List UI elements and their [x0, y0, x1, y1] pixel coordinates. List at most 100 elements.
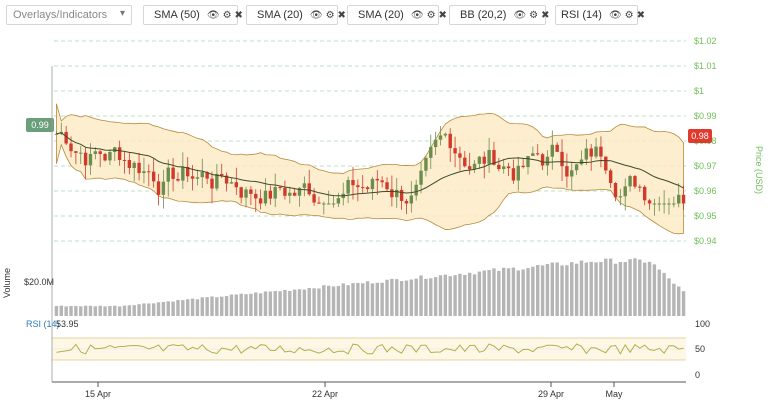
candle-body: [613, 183, 618, 198]
candle-body: [331, 203, 336, 205]
candle-body: [326, 203, 331, 205]
rsi-tick-0: 0: [695, 370, 700, 380]
candle-body: [254, 193, 258, 199]
volume-bar: [424, 278, 428, 316]
candle-body: [424, 157, 428, 171]
current-price-left-label: 0.99: [31, 120, 49, 130]
candle-body: [346, 180, 350, 194]
candle-body: [570, 170, 574, 177]
price-tick: $0.99: [694, 111, 717, 121]
candle-body: [127, 160, 132, 168]
volume-bar: [171, 301, 175, 316]
volume-bar: [419, 275, 423, 316]
candle-body: [322, 203, 326, 205]
volume-bar: [526, 268, 530, 316]
candle-body: [501, 166, 506, 170]
volume-bar: [151, 303, 156, 316]
volume-bar: [249, 293, 253, 316]
volume-bar: [132, 305, 136, 316]
candle-body: [667, 203, 671, 205]
candle-body: [385, 182, 389, 190]
current-price-right-label: 0.98: [691, 131, 709, 141]
candle-body: [307, 183, 311, 195]
volume-bar: [652, 264, 657, 316]
candle-body: [497, 164, 501, 170]
volume-bar: [623, 262, 627, 316]
volume-bar: [326, 285, 331, 316]
volume-bar: [229, 294, 234, 316]
volume-bar: [380, 282, 384, 316]
candle-body: [83, 152, 88, 166]
x-tick-label: May: [605, 389, 623, 399]
volume-bar: [283, 289, 287, 316]
volume-bar: [64, 306, 68, 316]
volume-bar: [147, 303, 151, 316]
volume-bar: [618, 262, 623, 316]
volume-bar: [200, 297, 204, 316]
candle-body: [171, 167, 175, 179]
volume-bar: [482, 270, 486, 316]
candle-body: [594, 146, 598, 157]
volume-bar: [98, 305, 102, 316]
candle-body: [516, 165, 520, 181]
candle-body: [681, 194, 686, 204]
price-tick: $1.01: [694, 61, 717, 71]
candle-body: [540, 154, 545, 166]
candle-body: [156, 181, 161, 195]
volume-bar: [531, 266, 535, 316]
candle-body: [487, 150, 491, 164]
rsi-tick-100: 100: [695, 319, 710, 329]
volume-bar: [69, 306, 73, 316]
candle-body: [249, 189, 253, 194]
candle-body: [200, 172, 204, 178]
candle-body: [555, 144, 559, 152]
candle-body: [560, 151, 564, 167]
candle-body: [98, 151, 102, 154]
candle-body: [565, 166, 569, 177]
current-price-tag-left: 0.99: [26, 118, 54, 132]
candle-body: [414, 184, 418, 196]
candle-body: [190, 176, 195, 179]
volume-bar: [317, 288, 321, 316]
volume-bar: [166, 301, 170, 316]
price-chart[interactable]: $1.02$1.01$1$0.99$0.98$0.97$0.96$0.95$0.…: [0, 0, 768, 413]
candle-body: [147, 171, 151, 173]
price-tick: $0.94: [694, 236, 717, 246]
candle-body: [273, 187, 277, 199]
candle-body: [633, 176, 637, 187]
volume-bar: [331, 286, 336, 316]
candle-body: [589, 148, 593, 157]
volume-bar: [356, 282, 360, 316]
volume-bar: [438, 275, 443, 316]
candle-body: [395, 189, 399, 198]
candle-body: [234, 182, 239, 188]
candle-body: [380, 180, 384, 183]
candle-body: [317, 202, 321, 204]
candle-body: [467, 166, 472, 170]
volume-bar: [113, 305, 117, 316]
volume-bar: [443, 274, 448, 316]
candle-body: [229, 182, 234, 184]
volume-bar: [346, 285, 350, 316]
candle-body: [642, 186, 647, 201]
candle-body: [210, 178, 214, 189]
volume-bar: [351, 283, 355, 316]
volume-bar: [584, 262, 589, 316]
volume-bar: [516, 270, 520, 316]
volume-bar: [492, 268, 496, 316]
volume-bar: [463, 274, 467, 316]
volume-bar: [181, 300, 185, 316]
candle-body: [550, 144, 555, 157]
volume-bar: [681, 291, 686, 316]
volume-bar: [633, 258, 637, 316]
volume-bar: [370, 283, 375, 316]
candle-body: [181, 166, 185, 181]
volume-bar: [501, 267, 506, 316]
volume-bar: [195, 299, 200, 316]
candle-body: [215, 173, 219, 189]
x-tick-label: 22 Apr: [312, 389, 338, 399]
candle-body: [599, 146, 603, 157]
candle-body: [283, 187, 287, 196]
candle-body: [623, 186, 627, 197]
candle-body: [302, 183, 307, 188]
